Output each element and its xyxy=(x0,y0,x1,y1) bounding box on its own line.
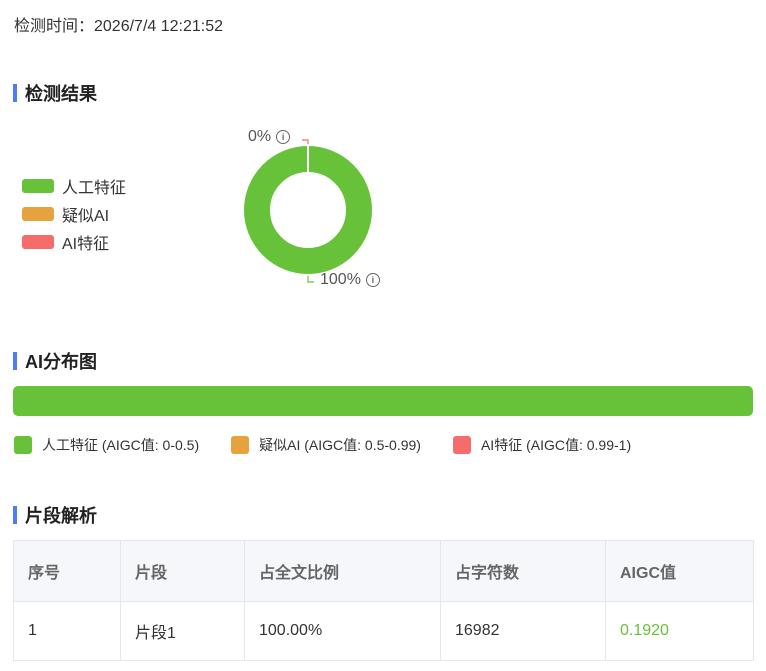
dist-legend-swatch-suspected xyxy=(231,436,250,454)
legend-label-suspected: 疑似AI xyxy=(62,208,110,225)
dist-legend-label-ai: AI特征 (AIGC值: 0.99-1) xyxy=(480,437,632,453)
dist-legend-swatch-human xyxy=(14,436,32,454)
result-donut-chart xyxy=(244,139,372,283)
table-header-row: 序号 片段 占全文比例 占字符数 AIGC值 xyxy=(13,540,754,602)
col-header-ratio: 占全文比例 xyxy=(244,540,441,602)
distribution-section-title: AI分布图 xyxy=(13,348,97,374)
cell-chars: 16982 xyxy=(440,601,606,661)
legend-swatch-suspected xyxy=(22,207,54,221)
dist-legend-item-ai: AI特征 (AIGC值: 0.99-1) xyxy=(452,435,632,455)
donut-label-bottom-text: 100% xyxy=(320,271,361,288)
legend-swatch-human xyxy=(22,179,54,193)
legend-item-human[interactable]: 人工特征 xyxy=(22,172,126,200)
legend-item-suspected[interactable]: 疑似AI xyxy=(22,200,126,228)
donut-label-top-text: 0% xyxy=(248,128,272,145)
result-legend: 人工特征 疑似AI AI特征 xyxy=(22,172,126,256)
section-accent-bar xyxy=(13,352,17,370)
result-section-title: 检测结果 xyxy=(13,80,97,106)
cell-segment: 片段1 xyxy=(120,601,245,661)
distribution-legend: 人工特征 (AIGC值: 0-0.5) 疑似AI (AIGC值: 0.5-0.9… xyxy=(14,435,663,455)
info-icon[interactable]: i xyxy=(365,273,380,287)
result-title-text: 检测结果 xyxy=(25,84,97,104)
legend-swatch-ai xyxy=(22,235,54,249)
cell-ratio: 100.00% xyxy=(244,601,441,661)
segments-title-text: 片段解析 xyxy=(25,506,97,526)
donut-leader-bottom xyxy=(307,276,314,283)
donut-label-top: 0% i xyxy=(248,128,291,146)
legend-label-human: 人工特征 xyxy=(62,180,127,197)
col-header-chars: 占字符数 xyxy=(440,540,606,602)
dist-legend-label-human: 人工特征 (AIGC值: 0-0.5) xyxy=(42,437,200,453)
dist-legend-item-human: 人工特征 (AIGC值: 0-0.5) xyxy=(14,435,199,455)
segments-table: 序号 片段 占全文比例 占字符数 AIGC值 1 片段1 100.00% 169… xyxy=(13,540,754,661)
section-accent-bar xyxy=(13,84,17,102)
donut-slice-human[interactable] xyxy=(244,146,372,274)
info-icon[interactable]: i xyxy=(276,130,291,144)
dist-legend-item-suspected: 疑似AI (AIGC值: 0.5-0.99) xyxy=(231,435,421,455)
section-accent-bar xyxy=(13,506,17,524)
legend-item-ai[interactable]: AI特征 xyxy=(22,228,126,256)
cell-index: 1 xyxy=(13,601,121,661)
segments-section-title: 片段解析 xyxy=(13,502,97,528)
legend-label-ai: AI特征 xyxy=(62,236,110,253)
distribution-title-text: AI分布图 xyxy=(25,352,97,372)
col-header-segment: 片段 xyxy=(120,540,245,602)
cell-aigc: 0.1920 xyxy=(605,601,754,661)
col-header-aigc: AIGC值 xyxy=(605,540,754,602)
dist-legend-label-suspected: 疑似AI (AIGC值: 0.5-0.99) xyxy=(259,437,421,453)
detect-time: 检测时间：2026/7/4 12:21:52 xyxy=(14,18,224,35)
table-row[interactable]: 1 片段1 100.00% 16982 0.1920 xyxy=(13,601,754,661)
col-header-index: 序号 xyxy=(13,540,121,602)
donut-label-bottom: 100% i xyxy=(320,271,380,289)
dist-legend-swatch-ai xyxy=(452,436,471,454)
donut-leader-top xyxy=(302,139,309,144)
ai-distribution-bar[interactable] xyxy=(13,386,753,416)
